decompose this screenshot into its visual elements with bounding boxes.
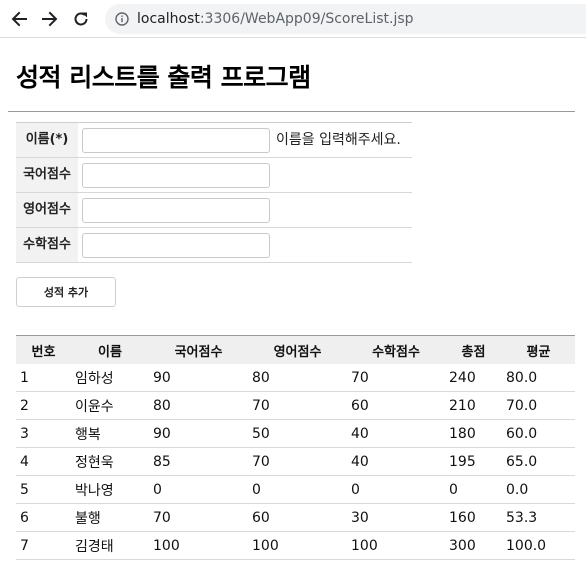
form-row-name: 이름(*) 이름을 입력해주세요.: [16, 123, 412, 158]
name-cell: 임하성: [71, 364, 149, 392]
url-host: localhost: [137, 11, 200, 27]
table-row: 2 이윤수 80 70 60 210 70.0: [16, 391, 575, 420]
total-cell: 0: [445, 475, 502, 504]
total-cell: 180: [445, 419, 502, 448]
header-math: 수학점수: [372, 344, 420, 360]
english-cell: 100: [248, 531, 347, 560]
name-cell: 박나영: [71, 475, 149, 504]
name-hint: 이름을 입력해주세요.: [276, 132, 401, 148]
header-number: 번호: [31, 344, 56, 360]
korean-cell: 100: [149, 531, 248, 560]
number-cell: 2: [16, 391, 71, 420]
score-table: 번호 이름 국어점수 영어점수 수학점수 총점 평균 1 임하성 90 80 70 240…: [16, 335, 575, 560]
korean-score-input[interactable]: [82, 163, 270, 188]
number-cell: 3: [16, 419, 71, 448]
korean-cell: 90: [149, 419, 248, 448]
math-score-input[interactable]: [82, 233, 270, 258]
table-row: 6 불행 70 60 30 160 53.3: [16, 503, 575, 532]
english-score-label: 영어점수: [16, 193, 78, 227]
math-cell: 100: [347, 531, 445, 560]
score-table-body: 1 임하성 90 80 70 240 80.0 2 이윤수 80 70 60 210 70.0 3 행복 90 5…: [16, 364, 575, 560]
math-cell: 40: [347, 447, 445, 476]
number-cell: 5: [16, 475, 71, 504]
name-cell: 정현욱: [71, 447, 149, 476]
add-score-button[interactable]: 성적 추가: [16, 277, 116, 307]
header-total: 총점: [461, 344, 486, 360]
average-cell: 60.0: [502, 419, 575, 448]
name-cell: 이윤수: [71, 391, 149, 420]
korean-cell: 0: [149, 475, 248, 504]
korean-score-label: 국어점수: [16, 158, 78, 192]
korean-cell: 70: [149, 503, 248, 532]
table-row: 4 정현욱 85 70 40 195 65.0: [16, 447, 575, 476]
arrow-right-icon: [42, 11, 58, 27]
header-name: 이름: [98, 344, 122, 360]
english-cell: 70: [248, 447, 347, 476]
divider: [8, 111, 575, 112]
table-row: 1 임하성 90 80 70 240 80.0: [16, 364, 575, 392]
reload-icon: [74, 12, 88, 26]
math-cell: 70: [347, 364, 445, 392]
url-path: /WebApp09/ScoreList.jsp: [240, 11, 414, 27]
average-cell: 65.0: [502, 447, 575, 476]
form-row-math: 수학점수: [16, 228, 412, 263]
english-cell: 80: [248, 364, 347, 392]
header-average: 평균: [526, 344, 551, 360]
number-cell: 6: [16, 503, 71, 532]
forward-button[interactable]: [35, 4, 65, 34]
math-cell: 40: [347, 419, 445, 448]
average-cell: 80.0: [502, 364, 575, 392]
name-label: 이름(*): [16, 123, 78, 157]
total-cell: 240: [445, 364, 502, 392]
korean-cell: 80: [149, 391, 248, 420]
table-row: 5 박나영 0 0 0 0 0.0: [16, 475, 575, 504]
korean-cell: 85: [149, 447, 248, 476]
total-cell: 160: [445, 503, 502, 532]
english-cell: 70: [248, 391, 347, 420]
table-row: 7 김경태 100 100 100 300 100.0: [16, 531, 575, 560]
english-cell: 0: [248, 475, 347, 504]
score-form: 이름(*) 이름을 입력해주세요. 국어점수 영어점수 수학점수: [16, 122, 412, 263]
average-cell: 70.0: [502, 391, 575, 420]
korean-cell: 90: [149, 364, 248, 392]
header-english: 영어점수: [273, 344, 322, 360]
average-cell: 0.0: [502, 475, 575, 504]
back-button[interactable]: [4, 4, 34, 34]
form-row-korean: 국어점수: [16, 158, 412, 193]
math-cell: 0: [347, 475, 445, 504]
page-title: 성적 리스트를 출력 프로그램: [16, 63, 311, 92]
number-cell: 4: [16, 447, 71, 476]
url-text[interactable]: localhost:3306/WebApp09/ScoreList.jsp: [137, 11, 414, 27]
math-score-label: 수학점수: [16, 228, 78, 262]
average-cell: 100.0: [502, 531, 575, 560]
arrow-left-icon: [11, 11, 27, 27]
total-cell: 195: [445, 447, 502, 476]
average-cell: 53.3: [502, 503, 575, 532]
form-row-english: 영어점수: [16, 193, 412, 228]
math-cell: 30: [347, 503, 445, 532]
name-cell: 행복: [71, 419, 149, 448]
table-row: 3 행복 90 50 40 180 60.0: [16, 419, 575, 448]
english-cell: 50: [248, 419, 347, 448]
reload-button[interactable]: [66, 4, 96, 34]
browser-toolbar: localhost:3306/WebApp09/ScoreList.jsp: [0, 0, 586, 38]
address-bar[interactable]: localhost:3306/WebApp09/ScoreList.jsp: [105, 4, 586, 34]
math-cell: 60: [347, 391, 445, 420]
header-korean: 국어점수: [174, 344, 223, 360]
name-cell: 김경태: [71, 531, 149, 560]
english-cell: 60: [248, 503, 347, 532]
total-cell: 210: [445, 391, 502, 420]
name-cell: 불행: [71, 503, 149, 532]
name-input[interactable]: [82, 128, 270, 153]
number-cell: 1: [16, 364, 71, 392]
info-icon[interactable]: [115, 12, 129, 26]
table-header-row: 번호 이름 국어점수 영어점수 수학점수 총점 평균: [16, 335, 575, 364]
total-cell: 300: [445, 531, 502, 560]
url-port: :3306: [199, 11, 241, 27]
english-score-input[interactable]: [82, 198, 270, 223]
number-cell: 7: [16, 531, 71, 560]
